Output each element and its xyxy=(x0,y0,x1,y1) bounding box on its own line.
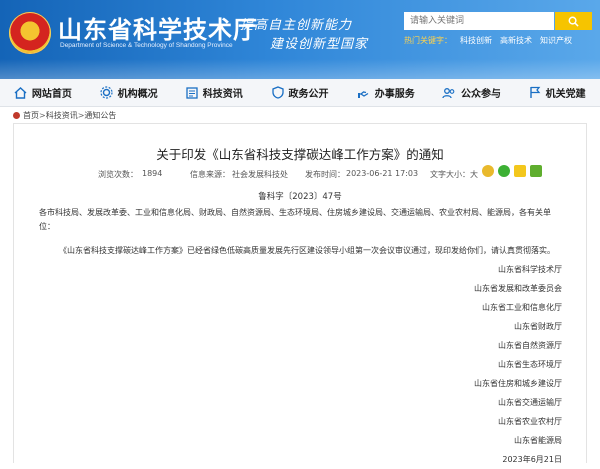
signer: 山东省能源局 xyxy=(514,436,562,445)
nav-label: 机构概况 xyxy=(117,89,158,100)
hand-icon xyxy=(357,90,369,98)
font-size-label: 文字大小： xyxy=(430,170,470,179)
sign-date: 2023年6月21日 xyxy=(502,455,562,464)
breadcrumb-home[interactable]: 首页 xyxy=(23,111,39,120)
nav-item-services[interactable]: 办事服务 xyxy=(343,79,429,106)
location-icon xyxy=(13,112,20,119)
nav-label: 政务公开 xyxy=(288,89,329,100)
recipients: 各市科技局、发展改革委、工业和信息化局、财政局、自然资源局、生态环境局、住房城乡… xyxy=(39,208,551,231)
nav-item-home[interactable]: 网站首页 xyxy=(0,79,86,106)
home-icon xyxy=(14,86,27,99)
source-label: 信息来源： xyxy=(190,170,230,179)
article-body: 《山东省科技支撑碳达峰工作方案》已经省绿色低碳高质量发展先行区建设领导小组第一次… xyxy=(59,246,555,255)
hot-keywords: 热门关键字： 科技创新 高新技术 知识产权 xyxy=(404,35,580,46)
breadcrumb: 首页>科技资讯>通知公告 xyxy=(13,110,116,121)
site-subtitle: Department of Science & Technology of Sh… xyxy=(60,42,233,49)
views-count: 1894 xyxy=(142,169,163,178)
nav-item-party-building[interactable]: 机关党建 xyxy=(514,79,600,106)
signer: 山东省自然资源厅 xyxy=(498,341,562,350)
breadcrumb-separator: > xyxy=(39,111,46,120)
signer: 山东省工业和信息化厅 xyxy=(482,303,562,312)
nav-item-public-participation[interactable]: 公众参与 xyxy=(429,79,515,106)
article-panel: 关于印发《山东省科技支撑碳达峰工作方案》的通知 浏览次数： 1894 信息来源：… xyxy=(13,123,587,464)
header-decoration xyxy=(0,59,600,79)
site-title[interactable]: 山东省科学技术厅 xyxy=(58,10,258,45)
font-size-large-button[interactable]: 大 xyxy=(470,169,478,180)
flag-icon xyxy=(529,86,541,98)
national-emblem-icon xyxy=(9,12,51,54)
date-label: 发布时间： xyxy=(305,170,345,179)
hot-keyword-link[interactable]: 知识产权 xyxy=(540,36,572,45)
signer: 山东省生态环境厅 xyxy=(498,360,562,369)
nav-item-news[interactable]: 科技资讯 xyxy=(171,79,257,106)
nav-label: 办事服务 xyxy=(374,89,415,100)
share-star-icon[interactable] xyxy=(514,165,526,177)
hot-keyword-link[interactable]: 科技创新 xyxy=(460,36,492,45)
hot-keywords-label: 热门关键字： xyxy=(404,36,452,45)
nav-label: 机关党建 xyxy=(545,89,586,100)
document-number: 鲁科字〔2023〕47号 xyxy=(258,192,342,202)
breadcrumb-section[interactable]: 科技资讯 xyxy=(46,111,78,120)
publish-date: 2023-06-21 17:03 xyxy=(346,169,419,178)
share-douban-icon[interactable] xyxy=(530,165,542,177)
signers-list: 山东省科学技术厅 山东省发展和改革委员会 山东省工业和信息化厅 山东省财政厅 山… xyxy=(474,260,562,469)
hot-keyword-link[interactable]: 高新技术 xyxy=(500,36,532,45)
views-label: 浏览次数： xyxy=(98,170,138,179)
slogan-line1: 提高自主创新能力 xyxy=(240,18,353,33)
nav-label: 科技资讯 xyxy=(202,89,243,100)
signer: 山东省住房和城乡建设厅 xyxy=(474,379,562,388)
signer: 山东省农业农村厅 xyxy=(498,417,562,426)
shield-icon xyxy=(271,86,284,99)
search-button[interactable] xyxy=(555,12,592,30)
site-header: 山东省科学技术厅 Department of Science & Technol… xyxy=(0,0,600,79)
share-wechat-icon[interactable] xyxy=(498,165,510,177)
share-qzone-icon[interactable] xyxy=(482,165,494,177)
main-nav: 网站首页 机构概况 科技资讯 政务公开 办事服务 公众参与 机关党建 xyxy=(0,79,600,107)
article-title: 关于印发《山东省科技支撑碳达峰工作方案》的通知 xyxy=(156,147,444,162)
gear-icon xyxy=(99,86,113,99)
signer: 山东省财政厅 xyxy=(514,322,562,331)
people-icon xyxy=(442,87,455,98)
newspaper-icon xyxy=(186,86,198,99)
nav-item-organization[interactable]: 机构概况 xyxy=(86,79,172,106)
breadcrumb-current[interactable]: 通知公告 xyxy=(84,111,116,120)
search-input[interactable] xyxy=(404,12,554,30)
nav-item-gov-affairs[interactable]: 政务公开 xyxy=(257,79,343,106)
nav-label: 公众参与 xyxy=(460,89,501,100)
signer: 山东省发展和改革委员会 xyxy=(474,284,562,293)
signer: 山东省交通运输厅 xyxy=(498,398,562,407)
source-value: 社会发展科技处 xyxy=(232,170,288,179)
search-icon xyxy=(568,16,579,27)
slogan-line2: 建设创新型国家 xyxy=(270,37,369,52)
signer: 山东省科学技术厅 xyxy=(498,265,562,274)
nav-label: 网站首页 xyxy=(31,89,72,100)
